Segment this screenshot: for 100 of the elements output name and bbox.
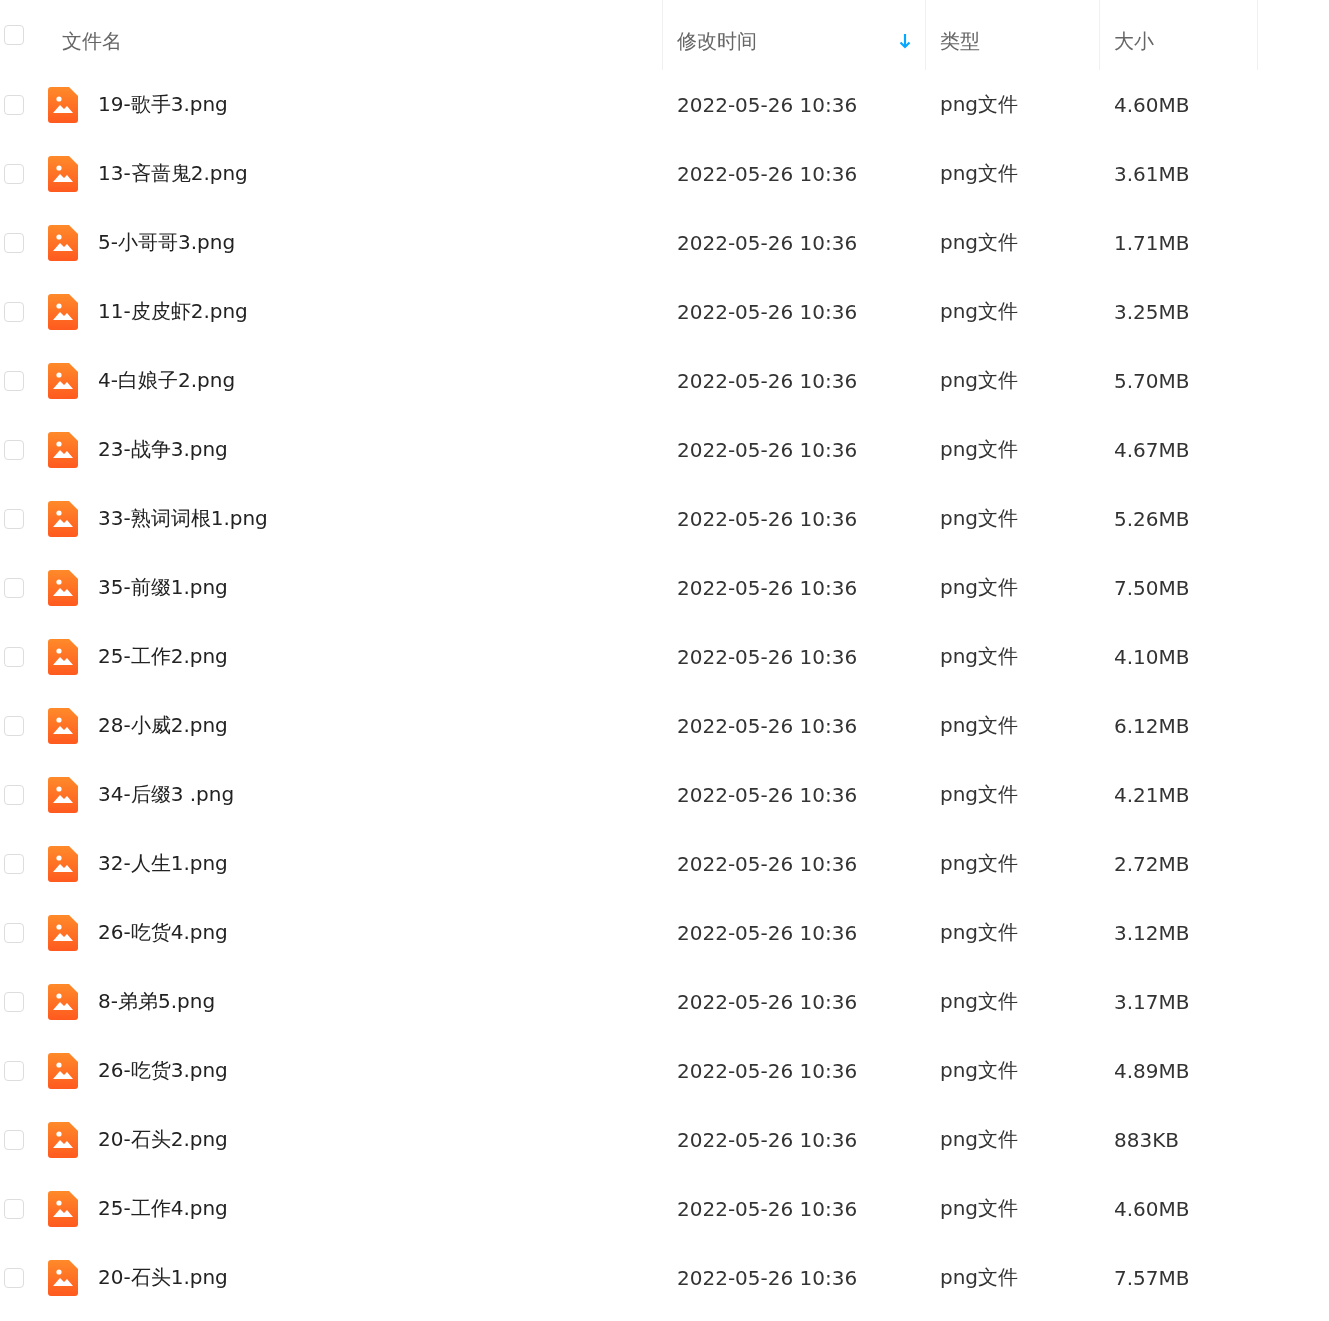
file-name[interactable]: 23-战争3.png <box>98 436 228 463</box>
file-name[interactable]: 32-人生1.png <box>98 850 228 877</box>
image-file-icon <box>48 707 78 744</box>
file-name[interactable]: 11-皮皮虾2.png <box>98 298 248 325</box>
file-size: 4.21MB <box>1113 782 1190 807</box>
checkbox[interactable] <box>4 163 24 184</box>
checkbox[interactable] <box>4 25 24 45</box>
file-size: 6.12MB <box>1113 713 1190 738</box>
file-size: 4.67MB <box>1113 437 1190 462</box>
file-size: 2.72MB <box>1113 851 1190 876</box>
file-type: png文件 <box>939 851 1019 875</box>
file-size: 4.60MB <box>1113 92 1190 117</box>
file-size: 3.25MB <box>1113 299 1190 324</box>
checkbox[interactable] <box>4 1129 24 1150</box>
checkbox[interactable] <box>4 370 24 391</box>
modified-time: 2022-05-26 10:36 <box>676 161 858 186</box>
file-size: 3.12MB <box>1113 920 1190 945</box>
file-size: 3.17MB <box>1113 989 1190 1014</box>
image-file-icon <box>48 983 78 1020</box>
modified-time: 2022-05-26 10:36 <box>676 437 858 462</box>
file-size: 5.70MB <box>1113 368 1190 393</box>
image-file-icon <box>48 224 78 261</box>
file-name[interactable]: 20-石头2.png <box>98 1126 228 1153</box>
checkbox[interactable] <box>4 301 24 322</box>
image-file-icon <box>48 638 78 675</box>
file-size: 883KB <box>1113 1127 1179 1152</box>
file-type: png文件 <box>939 368 1019 392</box>
sort-down-arrow-icon[interactable] <box>899 33 911 49</box>
file-type: png文件 <box>939 437 1019 461</box>
image-file-icon <box>48 569 78 606</box>
column-header[interactable]: 文件名 <box>62 27 122 55</box>
modified-time: 2022-05-26 10:36 <box>676 506 858 531</box>
file-name[interactable]: 25-工作4.png <box>98 1195 228 1222</box>
modified-time: 2022-05-26 10:36 <box>676 713 858 738</box>
image-file-icon <box>48 86 78 123</box>
file-type: png文件 <box>939 782 1019 806</box>
file-size: 3.61MB <box>1113 161 1190 186</box>
column-header[interactable]: 大小 <box>1114 27 1154 55</box>
file-size: 4.60MB <box>1113 1196 1190 1221</box>
file-name[interactable]: 28-小威2.png <box>98 712 228 739</box>
image-file-icon <box>48 1259 78 1296</box>
file-size: 7.57MB <box>1113 1265 1190 1290</box>
file-name[interactable]: 33-熟词词根1.png <box>98 505 268 532</box>
file-size: 4.10MB <box>1113 644 1190 669</box>
modified-time: 2022-05-26 10:36 <box>676 920 858 945</box>
file-name[interactable]: 35-前缀1.png <box>98 574 228 601</box>
modified-time: 2022-05-26 10:36 <box>676 368 858 393</box>
file-type: png文件 <box>939 1058 1019 1082</box>
file-type: png文件 <box>939 575 1019 599</box>
file-name[interactable]: 34-后缀3 .png <box>98 781 235 808</box>
image-file-icon <box>48 845 78 882</box>
file-name[interactable]: 26-吃货4.png <box>98 919 228 946</box>
file-size: 1.71MB <box>1113 230 1190 255</box>
checkbox[interactable] <box>4 991 24 1012</box>
file-name[interactable]: 19-歌手3.png <box>98 91 228 118</box>
checkbox[interactable] <box>4 715 24 736</box>
file-type: png文件 <box>939 161 1019 185</box>
checkbox[interactable] <box>4 784 24 805</box>
modified-time: 2022-05-26 10:36 <box>676 1196 858 1221</box>
file-size: 7.50MB <box>1113 575 1190 600</box>
checkbox[interactable] <box>4 232 24 253</box>
image-file-icon <box>48 500 78 537</box>
image-file-icon <box>48 1121 78 1158</box>
column-header[interactable]: 类型 <box>940 27 980 55</box>
checkbox[interactable] <box>4 1267 24 1288</box>
file-name[interactable]: 4-白娘子2.png <box>98 367 236 394</box>
modified-time: 2022-05-26 10:36 <box>676 92 858 117</box>
image-file-icon <box>48 1052 78 1089</box>
file-name[interactable]: 8-弟弟5.png <box>98 988 216 1015</box>
modified-time: 2022-05-26 10:36 <box>676 1058 858 1083</box>
checkbox[interactable] <box>4 1198 24 1219</box>
checkbox[interactable] <box>4 646 24 667</box>
checkbox[interactable] <box>4 94 24 115</box>
file-name[interactable]: 5-小哥哥3.png <box>98 229 236 256</box>
file-type: png文件 <box>939 644 1019 668</box>
modified-time: 2022-05-26 10:36 <box>676 989 858 1014</box>
modified-time: 2022-05-26 10:36 <box>676 299 858 324</box>
image-file-icon <box>48 1190 78 1227</box>
checkbox[interactable] <box>4 439 24 460</box>
checkbox[interactable] <box>4 1060 24 1081</box>
column-header[interactable]: 修改时间 <box>677 27 757 55</box>
file-name[interactable]: 25-工作2.png <box>98 643 228 670</box>
modified-time: 2022-05-26 10:36 <box>676 782 858 807</box>
modified-time: 2022-05-26 10:36 <box>676 575 858 600</box>
checkbox[interactable] <box>4 508 24 529</box>
checkbox[interactable] <box>4 853 24 874</box>
image-file-icon <box>48 362 78 399</box>
file-type: png文件 <box>939 989 1019 1013</box>
file-name[interactable]: 26-吃货3.png <box>98 1057 228 1084</box>
file-name[interactable]: 13-吝啬鬼2.png <box>98 160 248 187</box>
checkbox[interactable] <box>4 922 24 943</box>
file-name[interactable]: 20-石头1.png <box>98 1264 228 1291</box>
file-type: png文件 <box>939 1196 1019 1220</box>
image-file-icon <box>48 914 78 951</box>
file-type: png文件 <box>939 713 1019 737</box>
file-type: png文件 <box>939 920 1019 944</box>
modified-time: 2022-05-26 10:36 <box>676 1265 858 1290</box>
file-size: 4.89MB <box>1113 1058 1190 1083</box>
file-type: png文件 <box>939 506 1019 530</box>
checkbox[interactable] <box>4 577 24 598</box>
